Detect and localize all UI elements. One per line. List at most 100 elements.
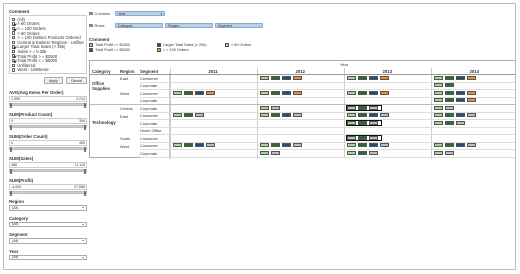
dropdown-select[interactable]: (All): [9, 238, 87, 244]
mark-lg[interactable]: [260, 143, 269, 148]
mark-db[interactable]: [282, 113, 291, 118]
mark-lg[interactable]: [434, 75, 443, 80]
mark-or[interactable]: [293, 75, 302, 80]
region-label[interactable]: Central: [120, 106, 133, 111]
segment-label[interactable]: Consumer: [140, 91, 158, 96]
mark-dg[interactable]: [358, 143, 367, 148]
mark-dg[interactable]: [271, 90, 280, 95]
mark-or[interactable]: [467, 75, 476, 80]
slider-max[interactable]: 71,115: [74, 163, 85, 167]
segment-label[interactable]: Home Office: [140, 128, 162, 133]
slider-track[interactable]: [9, 103, 87, 108]
mark-lg[interactable]: [347, 150, 356, 155]
region-label[interactable]: East: [120, 76, 128, 81]
slider-min[interactable]: 466: [11, 163, 17, 167]
mark-dg[interactable]: [184, 143, 193, 148]
slider-track[interactable]: [9, 169, 87, 174]
slider-min[interactable]: -4,000: [11, 185, 21, 189]
mark-lg[interactable]: [434, 90, 443, 95]
mark-dg[interactable]: [271, 113, 280, 118]
columns-pill-year[interactable]: Year ▾: [115, 11, 165, 16]
segment-label[interactable]: Corporate: [140, 121, 157, 126]
checkbox[interactable]: [12, 49, 16, 54]
mark-lg[interactable]: [434, 150, 443, 155]
slider-handle-left[interactable]: [10, 147, 12, 152]
mark-dg[interactable]: [445, 98, 454, 103]
segment-label[interactable]: Consumer: [140, 76, 158, 81]
mark-db[interactable]: [282, 143, 291, 148]
mark-or[interactable]: [467, 90, 476, 95]
mark-lg[interactable]: [434, 143, 443, 148]
mark-lg[interactable]: [347, 90, 356, 95]
mark-gr[interactable]: [467, 113, 476, 118]
mark-dg[interactable]: [445, 83, 454, 88]
filter-option[interactable]: West - Unfiltered: [12, 68, 84, 72]
checkbox[interactable]: [12, 68, 16, 72]
slider-max[interactable]: 405: [79, 141, 85, 145]
category-label[interactable]: Technology: [92, 120, 118, 125]
mark-lg[interactable]: [173, 113, 182, 118]
mark-or[interactable]: [467, 98, 476, 103]
mark-dg[interactable]: [445, 143, 454, 148]
slider-min[interactable]: 4: [11, 141, 13, 145]
checkbox[interactable]: [12, 40, 16, 44]
mark-dg[interactable]: [445, 90, 454, 95]
mark-db[interactable]: [456, 98, 465, 103]
segment-label[interactable]: Consumer: [140, 136, 158, 141]
mark-gr[interactable]: [380, 113, 389, 118]
mark-lg[interactable]: [434, 98, 443, 103]
mark-dg[interactable]: [358, 90, 367, 95]
slider-max[interactable]: 27,658: [74, 185, 85, 189]
mark-db[interactable]: [369, 75, 378, 80]
mark-db[interactable]: [282, 90, 291, 95]
mark-dg[interactable]: [445, 120, 454, 125]
slider-handle-left[interactable]: [10, 191, 12, 196]
mark-lg[interactable]: [347, 113, 356, 118]
mark-db[interactable]: [456, 90, 465, 95]
mark-gr[interactable]: [369, 150, 378, 155]
rows-pill-category[interactable]: Category: [115, 23, 163, 28]
mark-lg[interactable]: [260, 105, 269, 110]
checkbox[interactable]: [12, 45, 16, 49]
dropdown-select[interactable]: (All): [9, 221, 87, 228]
mark-gr[interactable]: [293, 143, 302, 148]
selected-cell-highlight[interactable]: [345, 134, 382, 142]
slider-handle-right[interactable]: [84, 147, 86, 152]
dropdown-select[interactable]: (All): [9, 205, 87, 211]
mark-or[interactable]: [380, 75, 389, 80]
slider-handle-right[interactable]: [84, 103, 86, 108]
checkbox[interactable]: [12, 22, 16, 26]
legend-item[interactable]: Total Profit <= $5000: [89, 48, 157, 52]
mark-dg[interactable]: [184, 90, 193, 95]
mark-lg[interactable]: [347, 143, 356, 148]
segment-label[interactable]: Corporate: [140, 83, 157, 88]
mark-lg[interactable]: [434, 83, 443, 88]
mark-gr[interactable]: [445, 105, 454, 110]
mark-dg[interactable]: [445, 113, 454, 118]
checkbox[interactable]: [12, 54, 16, 58]
mark-gr[interactable]: [445, 150, 454, 155]
mark-lg[interactable]: [434, 120, 443, 125]
slider-min[interactable]: 4: [11, 119, 13, 123]
checkbox[interactable]: [12, 31, 16, 35]
mark-gr[interactable]: [467, 143, 476, 148]
rows-pill-region[interactable]: Region: [165, 23, 213, 28]
slider-track[interactable]: [9, 147, 87, 152]
selected-cell-highlight[interactable]: [345, 119, 382, 127]
slider-track[interactable]: [9, 125, 87, 130]
legend-item[interactable]: < 60 Orders: [225, 43, 285, 47]
mark-lg[interactable]: [434, 105, 443, 110]
mark-dg[interactable]: [445, 75, 454, 80]
mark-gr[interactable]: [271, 150, 280, 155]
slider-handle-right[interactable]: [84, 191, 86, 196]
category-label[interactable]: Office Supplies: [92, 81, 118, 91]
apply-button[interactable]: Apply: [43, 77, 63, 85]
mark-dg[interactable]: [184, 113, 193, 118]
checkbox[interactable]: [12, 26, 16, 31]
legend-item[interactable]: > = 100 Orders: [157, 48, 225, 52]
mark-dg[interactable]: [358, 150, 367, 155]
region-label[interactable]: West: [120, 91, 129, 96]
slider-handle-right[interactable]: [84, 125, 86, 130]
mark-db[interactable]: [195, 143, 204, 148]
mark-gr[interactable]: [271, 105, 280, 110]
